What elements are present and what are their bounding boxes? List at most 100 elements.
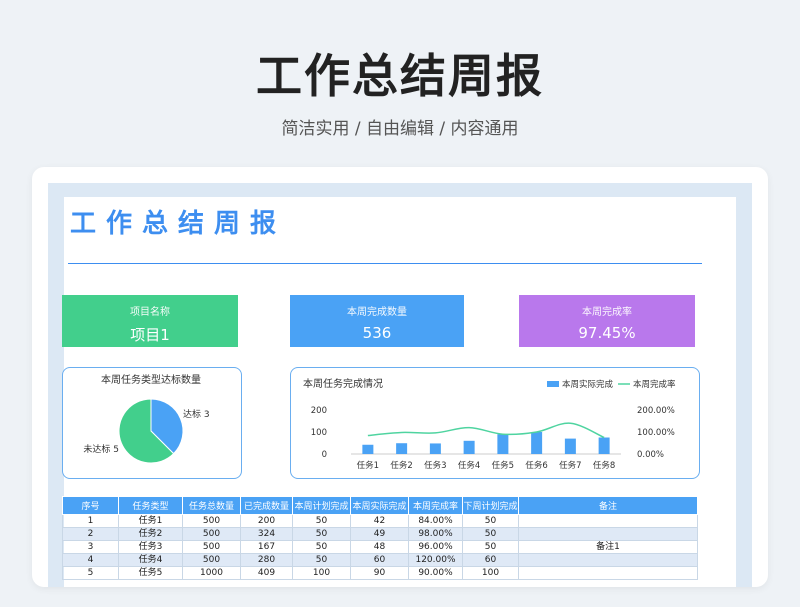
table-cell: 4 xyxy=(62,553,119,567)
legend-label-bar: 本周实际完成 xyxy=(562,379,614,390)
title-divider xyxy=(68,263,702,264)
table-cell: 167 xyxy=(240,540,293,554)
bar-actual xyxy=(564,438,576,454)
table-cell: 备注1 xyxy=(518,540,698,554)
pie-slice-label: 未达标 5 xyxy=(83,443,119,455)
kpi-weekly-rate: 本周完成率 97.45% xyxy=(519,295,695,347)
x-tick-label: 任务8 xyxy=(593,460,615,471)
table-body: 1 任务1 500 200 50 42 84.00% 50 2 任务2 500 324 50 49 98.0… xyxy=(62,514,698,580)
table-row: 3 任务3 500 167 50 48 96.00% 50 备注1 xyxy=(62,540,698,554)
x-tick-label: 任务7 xyxy=(559,460,581,471)
table-row: 2 任务2 500 324 50 49 98.00% 50 xyxy=(62,527,698,541)
table-header-cell: 本周实际完成 xyxy=(350,496,409,515)
table-cell: 120.00% xyxy=(408,553,463,567)
table-cell: 50 xyxy=(462,540,519,554)
table-cell: 96.00% xyxy=(408,540,463,554)
kpi-label: 项目名称 xyxy=(130,307,170,318)
spreadsheet-frame: 工作总结周报 项目名称 项目1 本周完成数量 536 本周完成率 97.45% … xyxy=(48,183,752,587)
table-cell: 100 xyxy=(292,566,351,580)
task-table: 序号 任务类型 任务总数量 已完成数量 本周计划完成 本周实际完成 本周完成率 下周计划完成备… xyxy=(62,496,698,580)
kpi-project-name: 项目名称 项目1 xyxy=(62,295,238,347)
table-cell: 90.00% xyxy=(408,566,463,580)
table-cell: 49 xyxy=(350,527,409,541)
table-cell xyxy=(518,553,698,567)
table-cell xyxy=(518,514,698,528)
kpi-value: 项目1 xyxy=(130,326,170,344)
table-cell: 50 xyxy=(292,540,351,554)
table-cell xyxy=(518,527,698,541)
x-tick-label: 任务3 xyxy=(424,460,446,471)
table-row: 4 任务4 500 280 50 60 120.00% 60 xyxy=(62,553,698,567)
legend-label-line: 本周完成率 xyxy=(633,379,676,390)
y-left-tick: 200 xyxy=(311,406,327,416)
table-cell: 1000 xyxy=(182,566,241,580)
y-right-tick: 100.00% xyxy=(637,428,675,438)
bar-actual xyxy=(362,444,374,454)
bar-actual xyxy=(396,443,408,454)
table-header-cell: 已完成数量 xyxy=(240,496,293,515)
table-cell: 60 xyxy=(462,553,519,567)
table-cell: 任务4 xyxy=(118,553,183,567)
table-cell: 50 xyxy=(462,514,519,528)
table-header-row: 序号 任务类型 任务总数量 已完成数量 本周计划完成 本周实际完成 本周完成率 下周计划完成备… xyxy=(62,496,698,515)
combo-chart: 本周实际完成 本周完成率 200 100 0 200.00% 100.00% 0.00% 任务1… xyxy=(311,379,676,471)
y-right-tick: 200.00% xyxy=(637,406,675,416)
kpi-weekly-count: 本周完成数量 536 xyxy=(290,295,464,347)
table-cell: 1 xyxy=(62,514,119,528)
legend-swatch-bar xyxy=(547,381,559,387)
bar-actual xyxy=(598,437,610,454)
table-header-cell: 本周计划完成 xyxy=(292,496,351,515)
table-cell: 500 xyxy=(182,553,241,567)
table-cell: 409 xyxy=(240,566,293,580)
table-header-cell: 序号 xyxy=(62,496,119,515)
table-cell: 500 xyxy=(182,514,241,528)
table-cell: 60 xyxy=(350,553,409,567)
table-cell: 42 xyxy=(350,514,409,528)
pie-slice-label: 达标 3 xyxy=(183,408,210,420)
y-right-tick: 0.00% xyxy=(637,450,664,460)
table-header-cell: 下周计划完成 xyxy=(462,496,519,515)
bar-actual xyxy=(497,434,509,454)
table-cell: 50 xyxy=(292,553,351,567)
spreadsheet-sheet: 工作总结周报 项目名称 项目1 本周完成数量 536 本周完成率 97.45% … xyxy=(62,197,736,587)
table-cell: 84.00% xyxy=(408,514,463,528)
kpi-value: 536 xyxy=(362,324,392,342)
table-cell xyxy=(518,566,698,580)
table-cell: 280 xyxy=(240,553,293,567)
table-cell: 200 xyxy=(240,514,293,528)
table-header-cell: 任务类型 xyxy=(118,496,183,515)
x-tick-label: 任务2 xyxy=(390,460,412,471)
table-cell: 任务3 xyxy=(118,540,183,554)
sheet-title: 工作总结周报 xyxy=(70,209,287,239)
table-cell: 任务1 xyxy=(118,514,183,528)
table-cell: 98.00% xyxy=(408,527,463,541)
x-tick-label: 任务1 xyxy=(357,460,379,471)
table-header-cell: 本周完成率 xyxy=(408,496,463,515)
bar-actual xyxy=(463,440,475,454)
table-row: 1 任务1 500 200 50 42 84.00% 50 xyxy=(62,514,698,528)
table-cell: 2 xyxy=(62,527,119,541)
table-row: 5 任务5 1000 409 100 90 90.00% 100 xyxy=(62,566,698,580)
table-header-cell: 备注 xyxy=(518,496,698,515)
pie-chart-box: 本周任务类型达标数量 达标 3 未达标 5 xyxy=(62,367,242,479)
pie-chart: 达标 3 未达标 5 xyxy=(83,398,210,464)
table-cell: 100 xyxy=(462,566,519,580)
table-cell: 500 xyxy=(182,527,241,541)
kpi-label: 本周完成数量 xyxy=(347,307,407,318)
kpi-value: 97.45% xyxy=(578,324,636,342)
y-left-tick: 0 xyxy=(322,450,327,460)
table-cell: 5 xyxy=(62,566,119,580)
preview-card: 工作总结周报 项目名称 项目1 本周完成数量 536 本周完成率 97.45% … xyxy=(32,167,768,587)
table-cell: 3 xyxy=(62,540,119,554)
table-cell: 48 xyxy=(350,540,409,554)
page-subtitle: 简洁实用 / 自由编辑 / 内容通用 xyxy=(281,119,519,139)
line-rate xyxy=(367,422,605,439)
combo-chart-box: 本周任务完成情况 本周实际完成 本周完成率 200 100 0 200.00% 100.00… xyxy=(290,367,700,479)
table-cell: 324 xyxy=(240,527,293,541)
x-tick-label: 任务6 xyxy=(525,460,547,471)
table-cell: 任务2 xyxy=(118,527,183,541)
y-left-tick: 100 xyxy=(311,428,327,438)
kpi-label: 本周完成率 xyxy=(582,307,632,318)
x-tick-label: 任务5 xyxy=(492,460,514,471)
x-tick-label: 任务4 xyxy=(458,460,480,471)
